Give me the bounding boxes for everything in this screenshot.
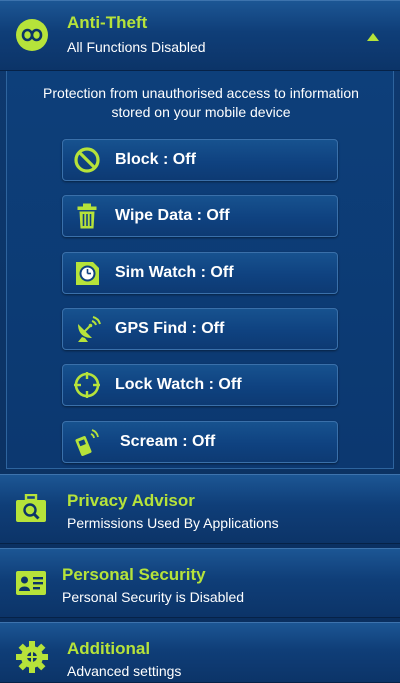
privacy-advisor-header[interactable]: Privacy Advisor Permissions Used By Appl…: [0, 474, 400, 544]
personal-security-header[interactable]: Personal Security Personal Security is D…: [0, 548, 400, 618]
sim-watch-label: Sim Watch : Off: [115, 264, 234, 281]
wipe-data-button[interactable]: Wipe Data : Off: [62, 195, 338, 237]
block-label: Block : Off: [115, 151, 196, 168]
scream-label: Scream : Off: [120, 433, 216, 450]
trash-icon: [73, 202, 101, 230]
scream-button[interactable]: Scream : Off: [62, 421, 338, 463]
satellite-dish-icon: [73, 315, 101, 343]
description-line-1: Protection from unauthorised access to i…: [43, 85, 359, 101]
privacy-advisor-subtitle: Permissions Used By Applications: [67, 515, 279, 531]
personal-security-subtitle: Personal Security is Disabled: [62, 589, 245, 605]
privacy-advisor-title: Privacy Advisor: [67, 491, 195, 510]
anti-theft-panel: Protection from unauthorised access to i…: [6, 71, 394, 469]
additional-title: Additional: [67, 639, 151, 658]
gear-icon: [15, 640, 49, 679]
description-line-2: stored on your mobile device: [111, 104, 291, 120]
crosshair-icon: [73, 371, 101, 399]
block-icon: [73, 146, 101, 174]
personal-security-title: Personal Security: [62, 565, 206, 584]
app-screen: Anti-Theft All Functions Disabled Protec…: [0, 0, 400, 683]
lock-watch-button[interactable]: Lock Watch : Off: [62, 364, 338, 406]
infinity-circle-icon: [14, 17, 50, 58]
wipe-data-label: Wipe Data : Off: [115, 207, 230, 224]
additional-header[interactable]: Additional Advanced settings: [0, 622, 400, 683]
anti-theft-title: Anti-Theft: [67, 13, 148, 32]
anti-theft-subtitle: All Functions Disabled: [67, 39, 206, 55]
ringing-phone-icon: [73, 428, 101, 456]
sim-watch-icon: [73, 259, 101, 287]
anti-theft-description: Protection from unauthorised access to i…: [7, 84, 395, 122]
additional-subtitle: Advanced settings: [67, 663, 182, 679]
lock-watch-label: Lock Watch : Off: [115, 376, 242, 393]
gps-find-label: GPS Find : Off: [115, 320, 225, 337]
gps-find-button[interactable]: GPS Find : Off: [62, 308, 338, 350]
briefcase-search-icon: [15, 493, 47, 529]
collapse-arrow-icon[interactable]: [366, 29, 380, 47]
anti-theft-header[interactable]: Anti-Theft All Functions Disabled: [0, 0, 400, 71]
block-button[interactable]: Block : Off: [62, 139, 338, 181]
sim-watch-button[interactable]: Sim Watch : Off: [62, 252, 338, 294]
id-card-icon: [15, 570, 47, 601]
